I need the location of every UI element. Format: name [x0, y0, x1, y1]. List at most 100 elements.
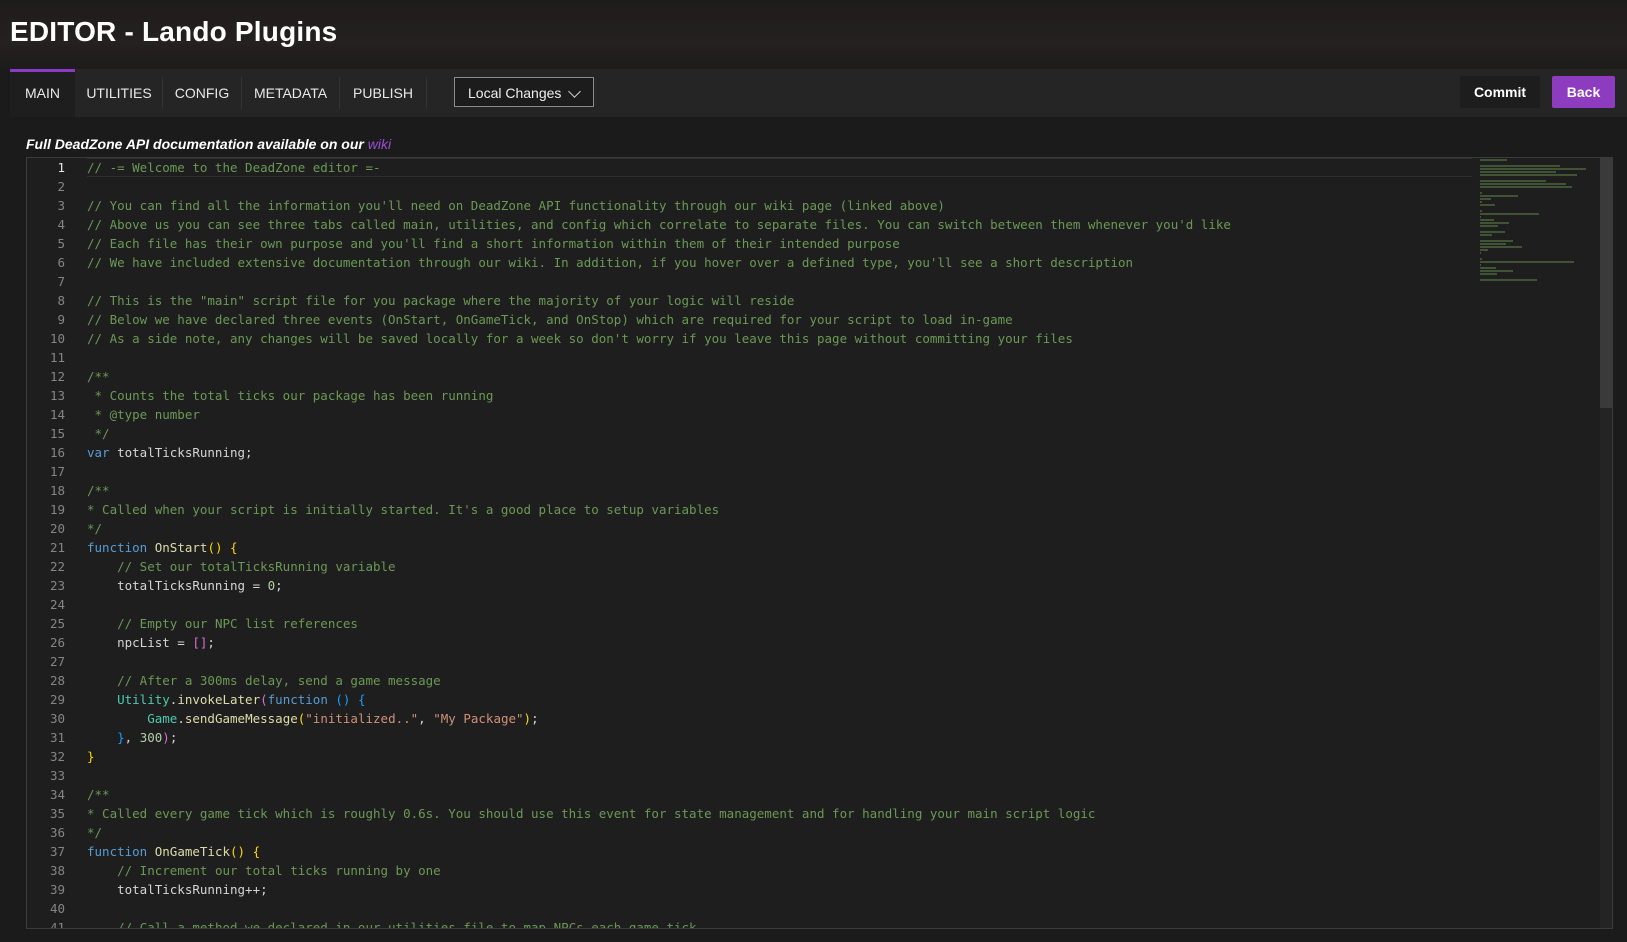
minimap-line [1480, 174, 1578, 176]
line-number: 8 [57, 293, 65, 308]
code-line[interactable]: // -= Welcome to the DeadZone editor =- [87, 158, 1472, 177]
line-number: 20 [49, 521, 65, 536]
line-number: 30 [49, 711, 65, 726]
code-token: * Called every game tick which is roughl… [87, 806, 1096, 821]
code-token: } [87, 749, 95, 764]
code-line[interactable]: // As a side note, any changes will be s… [87, 329, 1472, 348]
code-line[interactable]: * @type number [87, 405, 1472, 424]
code-line[interactable]: // Call a method we declared in our util… [87, 918, 1472, 928]
code-line[interactable]: /** [87, 481, 1472, 500]
code-token: OnStart [154, 540, 208, 555]
scrollbar-thumb[interactable] [1600, 158, 1612, 408]
code-line[interactable]: // Below we have declared three events (… [87, 310, 1472, 329]
code-line[interactable] [87, 899, 1472, 918]
code-line[interactable] [87, 595, 1472, 614]
code-editor[interactable]: 1 2 3 4 5 6 7 8 9 10 11 12 13 14 15 16 17 18 19 20 21 22 23 24 2… [26, 157, 1613, 929]
tab-utilities[interactable]: UTILITIES [76, 69, 162, 117]
code-token: } [117, 730, 125, 745]
tab-metadata[interactable]: METADATA [242, 69, 339, 117]
line-number: 2 [57, 179, 65, 194]
minimap-line [1480, 180, 1546, 182]
code-line[interactable]: * Called every game tick which is roughl… [87, 804, 1472, 823]
back-button[interactable]: Back [1552, 76, 1615, 108]
code-token: // You can find all the information you'… [87, 198, 945, 213]
code-line[interactable]: /** [87, 785, 1472, 804]
line-number: 39 [49, 882, 65, 897]
code-line[interactable]: // We have included extensive documentat… [87, 253, 1472, 272]
code-line[interactable] [87, 462, 1472, 481]
code-line[interactable] [87, 652, 1472, 671]
code-line[interactable]: var totalTicksRunning; [87, 443, 1472, 462]
branch-select[interactable]: Local Changes [454, 77, 594, 107]
code-line[interactable]: // Empty our NPC list references [87, 614, 1472, 633]
code-token: "My Package" [433, 711, 524, 726]
code-area[interactable]: // -= Welcome to the DeadZone editor =- … [87, 158, 1472, 928]
code-line[interactable]: /** [87, 367, 1472, 386]
code-token: sendGameMessage [184, 711, 298, 726]
code-token: Game [147, 711, 178, 726]
code-line[interactable]: // Increment our total ticks running by … [87, 861, 1472, 880]
code-line[interactable] [87, 766, 1472, 785]
line-number: 1 [57, 160, 65, 175]
code-line[interactable]: Utility.invokeLater(function () { [87, 690, 1472, 709]
code-token: * @type number [87, 407, 200, 422]
code-line[interactable]: */ [87, 519, 1472, 538]
code-line[interactable]: * Called when your script is initially s… [87, 500, 1472, 519]
code-token: { [358, 692, 366, 707]
code-token: ) [523, 711, 532, 726]
code-token: () [207, 540, 223, 555]
code-line[interactable]: totalTicksRunning = 0; [87, 576, 1472, 595]
minimap-line [1480, 234, 1492, 236]
code-line[interactable]: Game.sendGameMessage("initialized..", "M… [87, 709, 1472, 728]
docs-note-text: Full DeadZone API documentation availabl… [26, 136, 364, 152]
code-line[interactable] [87, 177, 1472, 196]
code-line[interactable] [87, 272, 1472, 291]
minimap-line [1480, 201, 1483, 203]
code-line[interactable]: npcList = []; [87, 633, 1472, 652]
code-line[interactable]: */ [87, 823, 1472, 842]
code-line[interactable]: } [87, 747, 1472, 766]
line-number: 38 [49, 863, 65, 878]
code-line[interactable]: */ [87, 424, 1472, 443]
code-token: ; [275, 578, 283, 593]
line-number: 27 [49, 654, 65, 669]
line-number: 36 [49, 825, 65, 840]
tab-config[interactable]: CONFIG [163, 69, 241, 117]
minimap-line [1480, 213, 1539, 215]
tab-main[interactable]: MAIN [10, 69, 75, 117]
code-line[interactable]: function OnStart() { [87, 538, 1472, 557]
vertical-scrollbar[interactable] [1600, 158, 1612, 928]
code-line[interactable]: // Each file has their own purpose and y… [87, 234, 1472, 253]
line-number: 4 [57, 217, 65, 232]
code-line[interactable]: function OnGameTick() { [87, 842, 1472, 861]
code-line[interactable]: // This is the "main" script file for yo… [87, 291, 1472, 310]
code-line[interactable]: // Above us you can see three tabs calle… [87, 215, 1472, 234]
minimap-line [1480, 267, 1497, 269]
code-line[interactable]: * Counts the total ticks our package has… [87, 386, 1472, 405]
line-number: 29 [49, 692, 65, 707]
tab-publish[interactable]: PUBLISH [340, 69, 426, 117]
code-token: ( [260, 692, 268, 707]
code-token: // Each file has their own purpose and y… [87, 236, 900, 251]
code-line[interactable]: // You can find all the information you'… [87, 196, 1472, 215]
code-line[interactable]: totalTicksRunning++; [87, 880, 1472, 899]
minimap-line [1480, 195, 1518, 197]
code-line[interactable] [87, 348, 1472, 367]
code-token: [] [192, 635, 208, 650]
code-line[interactable]: // After a 300ms delay, send a game mess… [87, 671, 1472, 690]
code-line[interactable]: // Set our totalTicksRunning variable [87, 557, 1472, 576]
code-token: // Below we have declared three events (… [87, 312, 1013, 327]
minimap[interactable] [1480, 158, 1600, 318]
code-line[interactable]: }, 300); [87, 728, 1472, 747]
commit-button[interactable]: Commit [1460, 76, 1540, 108]
wiki-link[interactable]: wiki [368, 136, 391, 152]
